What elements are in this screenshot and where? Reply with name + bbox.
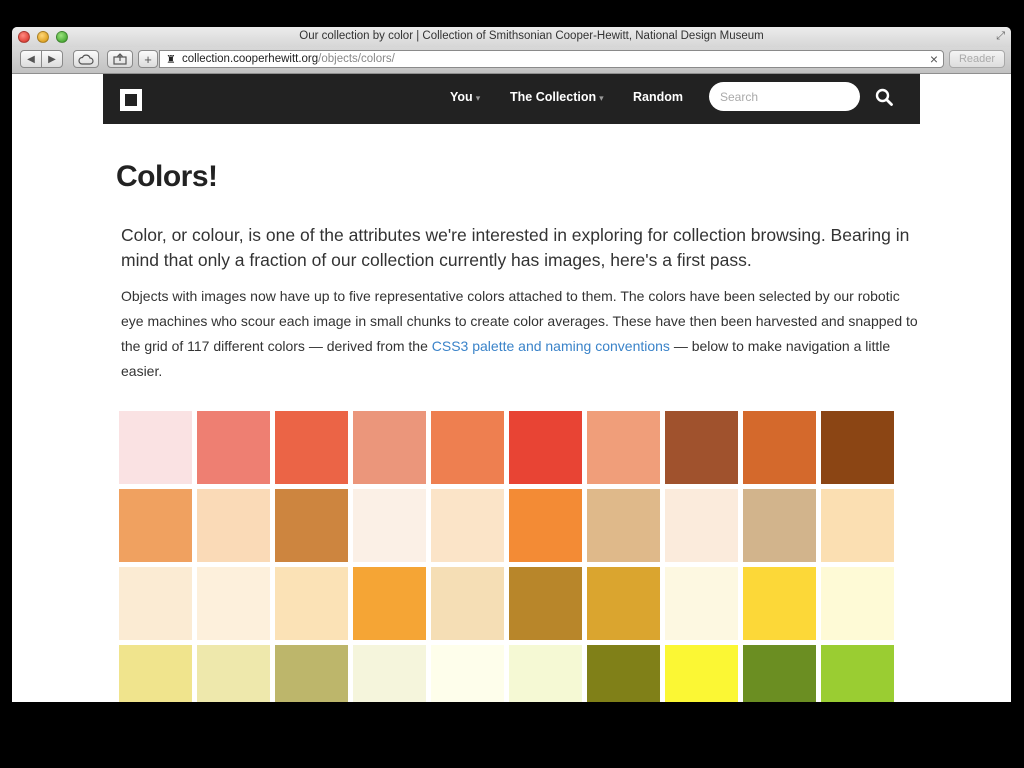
back-button[interactable]: ◀ [20, 50, 42, 68]
title-bar: Our collection by color | Collection of … [12, 27, 1011, 47]
web-page: You▾ The Collection▾ Random Colors! Colo… [12, 74, 1011, 702]
forward-arrow-icon: ▶ [48, 53, 56, 65]
caret-down-icon: ▾ [599, 93, 604, 103]
color-swatch[interactable] [587, 411, 660, 484]
css3-palette-link[interactable]: CSS3 palette and naming conventions [432, 338, 670, 354]
url-text: collection.cooperhewitt.org/objects/colo… [182, 53, 395, 65]
color-swatch[interactable] [275, 645, 348, 702]
add-bookmark-button[interactable]: + [138, 50, 158, 68]
color-swatch[interactable] [509, 411, 582, 484]
color-swatch[interactable] [275, 489, 348, 562]
nav-item-the-collection[interactable]: The Collection ▾ [510, 90, 604, 104]
color-swatch[interactable] [509, 489, 582, 562]
color-swatch[interactable] [587, 489, 660, 562]
browser-window: Our collection by color | Collection of … [12, 27, 1011, 702]
plus-icon: + [144, 51, 152, 67]
lead-paragraph: Color, or colour, is one of the attribut… [121, 225, 910, 270]
color-swatch[interactable] [587, 645, 660, 702]
share-button[interactable] [107, 50, 133, 68]
color-swatch[interactable] [353, 567, 426, 640]
caret-down-icon: ▾ [475, 93, 481, 103]
site-logo[interactable] [120, 89, 142, 111]
zoom-window-button[interactable] [56, 31, 68, 43]
color-swatch[interactable] [197, 489, 270, 562]
search-input[interactable] [709, 82, 860, 111]
color-swatch[interactable] [197, 645, 270, 702]
color-swatch[interactable] [119, 411, 192, 484]
color-swatch[interactable] [665, 489, 738, 562]
site-navbar: You ▾ The Collection ▾ Random [103, 74, 920, 124]
color-swatch[interactable] [431, 411, 504, 484]
color-swatch[interactable] [353, 645, 426, 702]
reader-button[interactable]: Reader [949, 50, 1005, 68]
address-bar[interactable]: ♜ collection.cooperhewitt.org/objects/co… [159, 50, 944, 68]
nav-item-label: You [450, 90, 473, 104]
close-window-button[interactable] [18, 31, 30, 43]
color-swatch[interactable] [119, 489, 192, 562]
color-swatch[interactable] [743, 489, 816, 562]
color-swatch[interactable] [275, 411, 348, 484]
nav-item-you[interactable]: You ▾ [450, 90, 480, 104]
color-swatch[interactable] [119, 567, 192, 640]
nav-item-label: The Collection [510, 90, 597, 104]
stop-loading-icon[interactable]: × [930, 51, 938, 67]
color-swatch[interactable] [197, 411, 270, 484]
minimize-window-button[interactable] [37, 31, 49, 43]
fullscreen-icon[interactable]: ⤢ [996, 30, 1005, 43]
color-swatch-grid [119, 411, 903, 702]
color-swatch[interactable] [821, 489, 894, 562]
color-swatch[interactable] [821, 411, 894, 484]
forward-button[interactable]: ▶ [41, 50, 63, 68]
color-swatch[interactable] [509, 567, 582, 640]
color-swatch[interactable] [743, 645, 816, 702]
nav-item-random[interactable]: Random [633, 90, 683, 104]
browser-toolbar: ◀ ▶ + ♜ collection.cooperhewitt.org/obje… [12, 47, 1011, 74]
color-swatch[interactable] [665, 567, 738, 640]
color-swatch[interactable] [743, 411, 816, 484]
back-arrow-icon: ◀ [27, 53, 35, 65]
color-swatch[interactable] [431, 567, 504, 640]
body-paragraph: Objects with images now have up to five … [121, 284, 921, 384]
nav-item-label: Random [633, 90, 683, 104]
color-swatch[interactable] [431, 645, 504, 702]
color-swatch[interactable] [509, 645, 582, 702]
color-swatch[interactable] [275, 567, 348, 640]
color-swatch[interactable] [821, 645, 894, 702]
color-swatch[interactable] [431, 489, 504, 562]
color-swatch[interactable] [665, 645, 738, 702]
search-icon[interactable] [875, 88, 893, 106]
site-favicon-icon: ♜ [166, 54, 176, 66]
share-icon [113, 53, 127, 65]
color-swatch[interactable] [665, 411, 738, 484]
url-path: /objects/colors/ [318, 53, 395, 65]
url-domain: collection.cooperhewitt.org [182, 53, 319, 65]
color-swatch[interactable] [119, 645, 192, 702]
color-swatch[interactable] [587, 567, 660, 640]
color-swatch[interactable] [743, 567, 816, 640]
color-swatch[interactable] [353, 489, 426, 562]
color-swatch[interactable] [821, 567, 894, 640]
color-swatch[interactable] [353, 411, 426, 484]
cloud-icon [78, 54, 94, 65]
color-swatch[interactable] [197, 567, 270, 640]
page-title: Colors! [116, 160, 218, 193]
icloud-tabs-button[interactable] [73, 50, 99, 68]
window-title: Our collection by color | Collection of … [299, 30, 764, 42]
